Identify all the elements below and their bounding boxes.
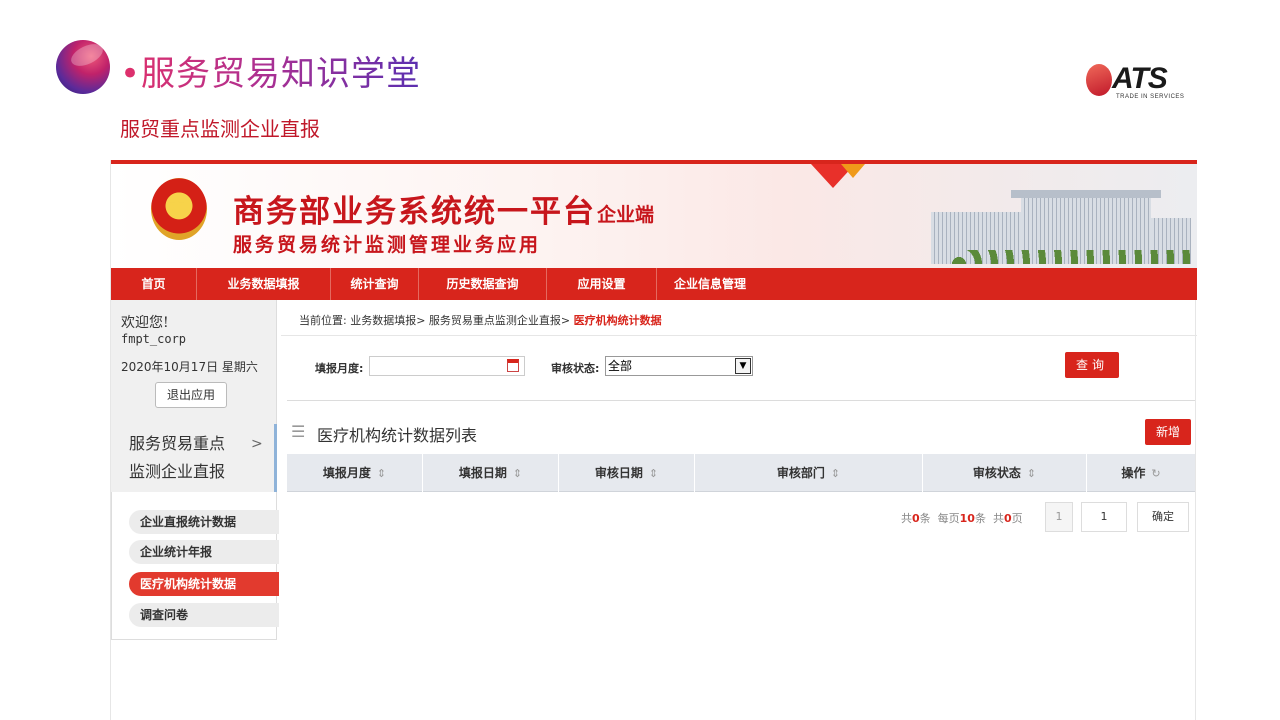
menu-item-medical-stats[interactable]: 医疗机构统计数据	[129, 572, 279, 596]
menu-item-company-report[interactable]: 企业直报统计数据	[129, 510, 279, 534]
sort-icon: ⇕	[648, 467, 659, 480]
month-label: 填报月度:	[315, 362, 364, 375]
logo-tagline: TRADE IN SERVICES	[1116, 94, 1185, 100]
platform-side-label: 企业端	[597, 204, 655, 226]
sort-icon: ⇕	[1026, 467, 1037, 480]
main-nav: 首页 业务数据填报 统计查询 历史数据查询 应用设置 企业信息管理	[111, 268, 1197, 300]
platform-subtitle: 服务贸易统计监测管理业务应用	[233, 234, 542, 256]
nav-history-query[interactable]: 历史数据查询	[419, 268, 547, 300]
logout-button[interactable]: 退出应用	[155, 382, 227, 408]
chevron-down-icon: ▼	[735, 358, 751, 374]
column-header[interactable]: 审核部门 ⇕	[695, 454, 923, 492]
page-jump-input[interactable]: 1	[1081, 502, 1127, 532]
page-count: 0	[1003, 512, 1012, 525]
chevron-right-icon: >	[251, 436, 263, 452]
platform-title: 商务部业务系统统一平台	[233, 194, 596, 230]
sort-icon: ⇕	[830, 467, 841, 480]
status-select-value: 全部	[608, 359, 633, 373]
logo-mark-icon	[1086, 64, 1112, 96]
sort-icon: ⇕	[512, 467, 523, 480]
nav-home[interactable]: 首页	[111, 268, 197, 300]
nav-company-info[interactable]: 企业信息管理	[657, 268, 763, 300]
pager-summary: 共0条 每页10条 共0页	[901, 512, 1023, 525]
banner-decoration-small	[841, 164, 865, 178]
page-jump-confirm-button[interactable]: 确定	[1137, 502, 1189, 532]
column-header: 操作 ↻	[1121, 466, 1161, 480]
column-header[interactable]: 填报日期 ⇕	[423, 454, 559, 492]
breadcrumb-current: 医疗机构统计数据	[573, 314, 662, 327]
current-page[interactable]: 1	[1045, 502, 1073, 532]
month-input[interactable]	[369, 356, 525, 376]
app-banner: 商务部业务系统统一平台 企业端 服务贸易统计监测管理业务应用	[111, 164, 1197, 268]
nav-data-entry[interactable]: 业务数据填报	[197, 268, 331, 300]
app-screenshot: 商务部业务系统统一平台 企业端 服务贸易统计监测管理业务应用 首页 业务数据填报…	[110, 160, 1197, 720]
sort-icon: ⇕	[376, 467, 387, 480]
status-select[interactable]: 全部 ▼	[605, 356, 753, 376]
calendar-icon[interactable]	[507, 359, 519, 372]
refresh-icon[interactable]: ↻	[1151, 467, 1160, 480]
list-icon: ☰	[291, 422, 306, 441]
logo-text: ATS	[1112, 62, 1168, 95]
slide-title: •服务贸易知识学堂	[120, 46, 421, 95]
breadcrumb: 当前位置: 业务数据填报> 服务贸易重点监测企业直报> 医疗机构统计数据	[299, 312, 662, 328]
table-header: 填报月度 ⇕ 填报日期 ⇕ 审核日期 ⇕ 审核部门 ⇕ 审核状态 ⇕ 操作 ↻	[287, 454, 1195, 492]
module-label: 服务贸易重点监测企业直报	[129, 434, 226, 481]
status-label: 审核状态:	[551, 362, 600, 375]
menu-item-survey[interactable]: 调查问卷	[129, 603, 279, 627]
query-button[interactable]: 查询	[1065, 352, 1119, 378]
menu-item-annual-report[interactable]: 企业统计年报	[129, 540, 279, 564]
add-button[interactable]: 新增	[1145, 419, 1191, 445]
column-header[interactable]: 填报月度 ⇕	[287, 454, 423, 492]
divider	[287, 400, 1195, 401]
breadcrumb-path: 当前位置: 业务数据填报> 服务贸易重点监测企业直报>	[299, 314, 571, 327]
username: fmpt_corp	[121, 332, 187, 346]
decorative-sphere	[56, 40, 110, 94]
national-emblem-icon	[151, 178, 207, 240]
welcome-text: 欢迎您!	[121, 315, 169, 331]
divider	[281, 335, 1197, 336]
list-title: 医疗机构统计数据列表	[317, 426, 478, 445]
nav-stat-query[interactable]: 统计查询	[331, 268, 419, 300]
column-header[interactable]: 审核状态 ⇕	[923, 454, 1087, 492]
slide: •服务贸易知识学堂 服贸重点监测企业直报 ATS TRADE IN SERVIC…	[0, 0, 1280, 720]
per-page-count: 10	[959, 512, 975, 525]
current-date: 2020年10月17日 星期六	[121, 360, 258, 374]
column-header[interactable]: 审核日期 ⇕	[559, 454, 695, 492]
total-count: 0	[912, 512, 920, 525]
nav-app-settings[interactable]: 应用设置	[547, 268, 657, 300]
building-illustration	[891, 186, 1191, 264]
slide-subtitle: 服贸重点监测企业直报	[120, 117, 320, 141]
ats-logo: ATS TRADE IN SERVICES	[1086, 62, 1198, 104]
